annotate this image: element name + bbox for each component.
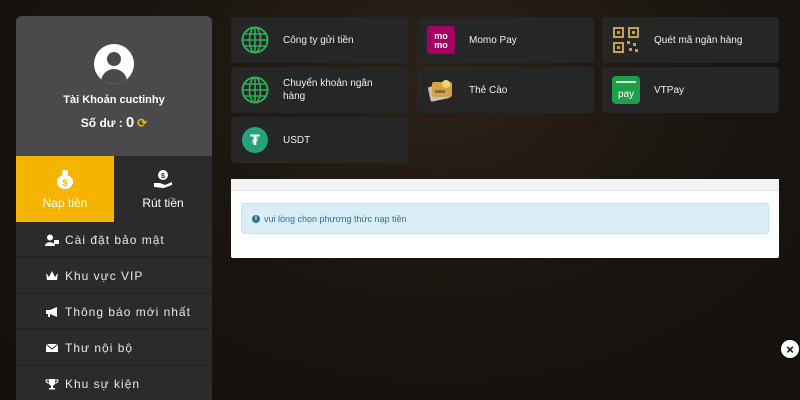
menu-item-security[interactable]: Cài đặt bảo mật <box>16 222 212 258</box>
payment-scratch-card[interactable]: Thẻ Cào <box>417 67 594 113</box>
menu-item-inbox[interactable]: Thư nội bộ <box>16 330 212 366</box>
account-name: Tài Khoản cuctinhy <box>63 94 165 106</box>
menu-item-label: Khu vực VIP <box>65 268 144 283</box>
account-menu: Cài đặt bảo mật Khu vực VIP Thông báo mớ… <box>16 222 212 400</box>
money-bag-icon: $ <box>54 168 76 190</box>
momo-icon: mo mo <box>427 26 455 54</box>
menu-item-vip[interactable]: Khu vực VIP <box>16 258 212 294</box>
menu-item-label: Khu sự kiện <box>65 376 141 391</box>
momo-bottom-text: mo <box>434 40 448 50</box>
menu-item-events[interactable]: Khu sự kiện <box>16 366 212 400</box>
balance-value: 0 <box>125 114 135 131</box>
globe-icon <box>241 26 269 54</box>
vtpay-icon: pay <box>612 76 640 104</box>
panel-header <box>231 179 779 191</box>
info-icon: i <box>252 214 260 223</box>
payment-company-transfer[interactable]: Công ty gửi tiền <box>231 17 408 63</box>
account-sidebar: Tài Khoản cuctinhy Số dư : 0 ⟳ $ Nạp tiề… <box>16 16 212 400</box>
menu-item-notifications[interactable]: Thông báo mới nhất <box>16 294 212 330</box>
payment-label: Chuyển khoản ngân hàng <box>283 78 373 102</box>
payment-label: Quét mã ngân hàng <box>654 34 743 46</box>
qr-code-icon <box>612 26 640 54</box>
info-alert: i vui lòng chọn phương thức nạp tiền <box>241 203 769 234</box>
payment-label: VTPay <box>654 84 685 96</box>
megaphone-icon <box>45 306 59 318</box>
close-icon[interactable]: × <box>781 340 799 358</box>
menu-item-label: Thư nội bộ <box>65 340 134 355</box>
hand-money-icon: $ <box>152 168 174 190</box>
globe-icon <box>241 76 269 104</box>
tab-deposit-label: Nạp tiền <box>42 196 88 210</box>
tether-icon: ₮ <box>241 126 269 154</box>
tab-withdraw-label: Rút tiền <box>142 196 184 210</box>
payment-usdt[interactable]: ₮ USDT <box>231 117 408 163</box>
payment-qr-bank[interactable]: Quét mã ngân hàng <box>602 17 779 63</box>
avatar-icon <box>94 44 134 84</box>
refresh-icon[interactable]: ⟳ <box>137 116 147 130</box>
scratch-card-icon <box>427 76 455 104</box>
info-alert-text: vui lòng chọn phương thức nạp tiền <box>264 213 407 224</box>
vip-crown-icon <box>45 270 59 282</box>
trophy-icon <box>45 378 59 390</box>
payment-bank-transfer[interactable]: Chuyển khoản ngân hàng <box>231 67 408 113</box>
payment-label: Thẻ Cào <box>469 84 508 96</box>
payment-label: Công ty gửi tiền <box>283 34 354 46</box>
balance-label: Số dư : <box>80 115 123 130</box>
svg-text:$: $ <box>161 173 165 180</box>
fund-tabs: $ Nạp tiền $ Rút tiền <box>16 156 212 222</box>
tab-deposit[interactable]: $ Nạp tiền <box>16 156 114 222</box>
balance-display: Số dư : 0 ⟳ <box>81 114 147 131</box>
payment-vtpay[interactable]: pay VTPay <box>602 67 779 113</box>
payment-momo[interactable]: mo mo Momo Pay <box>417 17 594 63</box>
svg-text:$: $ <box>62 178 67 188</box>
user-lock-icon <box>45 234 59 246</box>
vtpay-logo-text: pay <box>618 89 634 100</box>
profile-card: Tài Khoản cuctinhy Số dư : 0 ⟳ <box>16 16 212 156</box>
envelope-icon <box>45 342 59 354</box>
menu-item-label: Cài đặt bảo mật <box>65 232 165 247</box>
payment-label: Momo Pay <box>469 34 517 46</box>
payment-label: USDT <box>283 134 311 146</box>
tether-symbol: ₮ <box>250 133 260 149</box>
tab-withdraw[interactable]: $ Rút tiền <box>114 156 212 222</box>
menu-item-label: Thông báo mới nhất <box>65 304 191 319</box>
deposit-panel: i vui lòng chọn phương thức nạp tiền <box>231 179 779 258</box>
